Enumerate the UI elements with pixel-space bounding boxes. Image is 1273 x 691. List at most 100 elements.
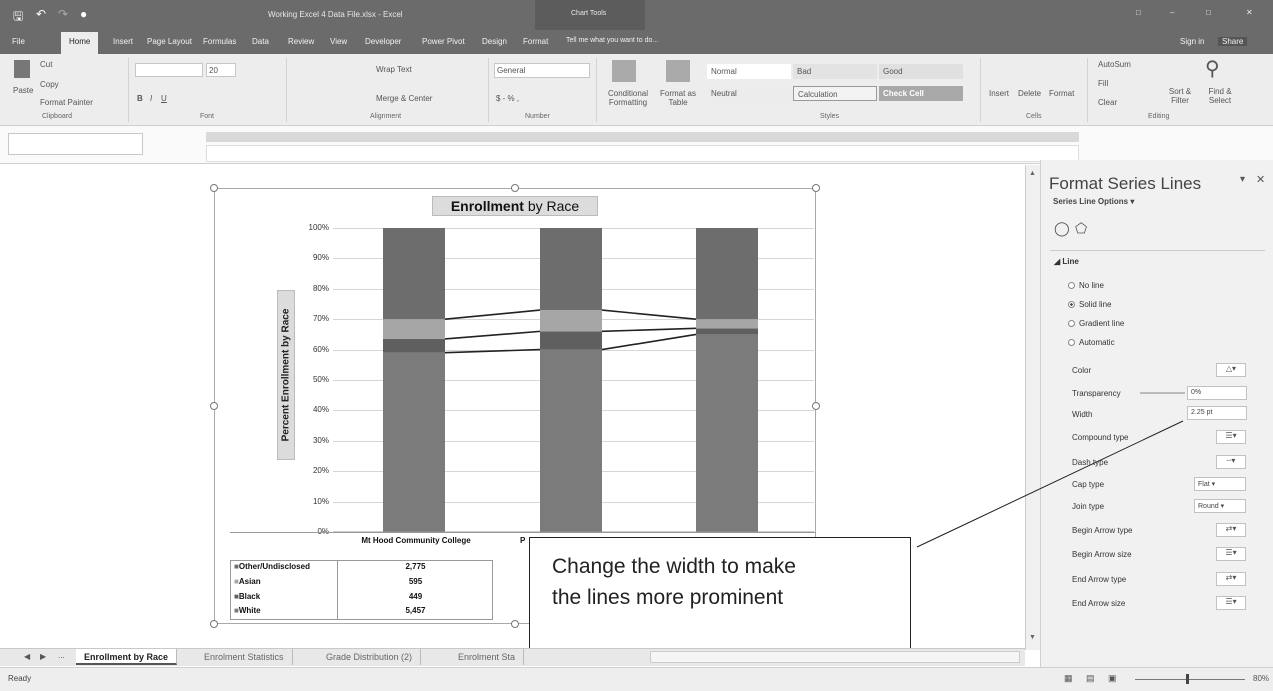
- cap-type-dropdown[interactable]: Flat ▾: [1194, 477, 1246, 491]
- bar-segment-asian[interactable]: [540, 310, 602, 332]
- color-picker-button[interactable]: △▾: [1216, 363, 1246, 377]
- sign-in-link[interactable]: Sign in: [1180, 37, 1204, 46]
- bar-segment-white[interactable]: [540, 349, 602, 532]
- paste-button[interactable]: Paste: [13, 86, 33, 95]
- tab-developer[interactable]: Developer: [365, 37, 401, 46]
- scroll-down-icon[interactable]: ▼: [1027, 634, 1038, 644]
- font-name-box[interactable]: [135, 63, 203, 77]
- clear-button[interactable]: Clear: [1098, 98, 1117, 107]
- close-button[interactable]: ✕: [1246, 8, 1253, 17]
- end-arrow-size-dropdown[interactable]: ☰▾: [1216, 596, 1246, 610]
- bar-segment-other-undisclosed[interactable]: [383, 228, 445, 320]
- style-check-cell[interactable]: Check Cell: [879, 86, 963, 101]
- sheet-prev-icon[interactable]: ◀: [24, 652, 30, 661]
- bar-segment-other-undisclosed[interactable]: [540, 228, 602, 311]
- style-neutral[interactable]: Neutral: [707, 86, 791, 101]
- font-size-box[interactable]: 20: [206, 63, 236, 77]
- effects-pentagon-icon[interactable]: ⬠: [1075, 220, 1087, 237]
- tab-file[interactable]: File: [12, 37, 25, 46]
- pane-menu-icon[interactable]: ▾: [1240, 174, 1245, 185]
- bar-segment-white[interactable]: [383, 352, 445, 532]
- resize-handle[interactable]: [812, 402, 820, 410]
- tab-data[interactable]: Data: [252, 37, 269, 46]
- zoom-slider[interactable]: [1135, 679, 1245, 680]
- pane-close-icon[interactable]: ✕: [1256, 173, 1265, 186]
- number-format-select[interactable]: General: [494, 63, 590, 78]
- line-section-header[interactable]: ◢ Line: [1054, 257, 1079, 266]
- radio-automatic[interactable]: Automatic: [1068, 338, 1115, 347]
- format-painter-button[interactable]: Format Painter: [40, 98, 93, 107]
- dash-type-dropdown[interactable]: ┄▾: [1216, 455, 1246, 469]
- bar-segment-white[interactable]: [696, 334, 758, 532]
- touch-mode-icon[interactable]: ●: [80, 7, 87, 21]
- style-bad[interactable]: Bad: [793, 64, 877, 79]
- tell-me-search[interactable]: Tell me what you want to do...: [566, 37, 658, 44]
- width-input[interactable]: 2.25 pt: [1187, 406, 1247, 420]
- resize-handle[interactable]: [511, 184, 519, 192]
- tab-page-layout[interactable]: Page Layout: [147, 37, 192, 46]
- bar-segment-black[interactable]: [383, 338, 445, 353]
- underline-button[interactable]: U: [161, 94, 167, 103]
- join-type-dropdown[interactable]: Round ▾: [1194, 499, 1246, 513]
- copy-button[interactable]: Copy: [40, 80, 59, 89]
- chart-title[interactable]: Enrollment by Race: [432, 196, 598, 216]
- scroll-up-icon[interactable]: ▲: [1027, 170, 1038, 180]
- resize-handle[interactable]: [210, 620, 218, 628]
- transparency-input[interactable]: 0%: [1187, 386, 1247, 400]
- tab-view[interactable]: View: [330, 37, 347, 46]
- tab-formulas[interactable]: Formulas: [203, 37, 236, 46]
- bar-segment-black[interactable]: [696, 328, 758, 335]
- tab-home[interactable]: Home: [61, 32, 99, 54]
- share-button[interactable]: Share: [1218, 37, 1248, 46]
- sheet-tab-enrollment-by-race[interactable]: Enrollment by Race: [76, 649, 178, 665]
- bar-segment-asian[interactable]: [696, 319, 758, 329]
- tab-review[interactable]: Review: [288, 37, 314, 46]
- normal-view-icon[interactable]: ▦: [1064, 673, 1073, 684]
- bar-segment-asian[interactable]: [383, 319, 445, 339]
- ribbon-display-icon[interactable]: □: [1136, 8, 1141, 17]
- wrap-text-button[interactable]: Wrap Text: [376, 65, 412, 74]
- style-normal[interactable]: Normal: [707, 64, 791, 79]
- format-cells-button[interactable]: Format: [1049, 89, 1074, 98]
- delete-cells-button[interactable]: Delete: [1018, 89, 1041, 98]
- sheet-tab-grade-distribution-2[interactable]: Grade Distribution (2): [318, 649, 422, 665]
- bar-segment-black[interactable]: [540, 331, 602, 350]
- name-box[interactable]: [8, 133, 143, 155]
- end-arrow-type-dropdown[interactable]: ⇄▾: [1216, 572, 1246, 586]
- bar-segment-other-undisclosed[interactable]: [696, 228, 758, 320]
- tab-format[interactable]: Format: [523, 37, 548, 46]
- sheet-more-icon[interactable]: ...: [58, 651, 65, 660]
- begin-arrow-type-dropdown[interactable]: ⇄▾: [1216, 523, 1246, 537]
- italic-button[interactable]: I: [150, 94, 152, 103]
- tab-insert[interactable]: Insert: [113, 37, 133, 46]
- format-as-table-icon[interactable]: [666, 60, 690, 82]
- resize-handle[interactable]: [511, 620, 519, 628]
- resize-handle[interactable]: [210, 402, 218, 410]
- paste-icon[interactable]: [14, 60, 30, 78]
- compound-type-dropdown[interactable]: ☰▾: [1216, 430, 1246, 444]
- redo-icon[interactable]: ↷: [58, 7, 68, 21]
- currency-button[interactable]: $ - % ,: [496, 94, 519, 103]
- resize-handle[interactable]: [210, 184, 218, 192]
- resize-handle[interactable]: [812, 184, 820, 192]
- bold-button[interactable]: B: [137, 94, 143, 103]
- format-as-table-button[interactable]: Format as Table: [656, 89, 700, 107]
- horizontal-scrollbar[interactable]: [650, 651, 1020, 663]
- radio-gradient-line[interactable]: Gradient line: [1068, 319, 1124, 328]
- zoom-slider-thumb[interactable]: [1186, 674, 1189, 684]
- undo-icon[interactable]: ↶: [36, 7, 46, 21]
- formula-bar[interactable]: [206, 145, 1079, 162]
- radio-solid-line[interactable]: Solid line: [1068, 300, 1111, 309]
- minimize-button[interactable]: –: [1170, 8, 1174, 17]
- insert-cells-button[interactable]: Insert: [989, 89, 1009, 98]
- find-select-button[interactable]: Find & Select: [1203, 87, 1237, 105]
- sheet-tab-enrolment-sta[interactable]: Enrolment Sta: [450, 649, 525, 665]
- sheet-tab-enrolment-statistics[interactable]: Enrolment Statistics: [196, 649, 293, 665]
- merge-center-button[interactable]: Merge & Center: [376, 94, 432, 103]
- tab-power-pivot[interactable]: Power Pivot: [422, 37, 465, 46]
- series-line-options-dropdown[interactable]: Series Line Options ▾: [1053, 197, 1134, 206]
- cut-button[interactable]: Cut: [40, 60, 52, 69]
- radio-no-line[interactable]: No line: [1068, 281, 1104, 290]
- sheet-next-icon[interactable]: ▶: [40, 652, 46, 661]
- fill-line-icon[interactable]: ◯: [1054, 220, 1070, 237]
